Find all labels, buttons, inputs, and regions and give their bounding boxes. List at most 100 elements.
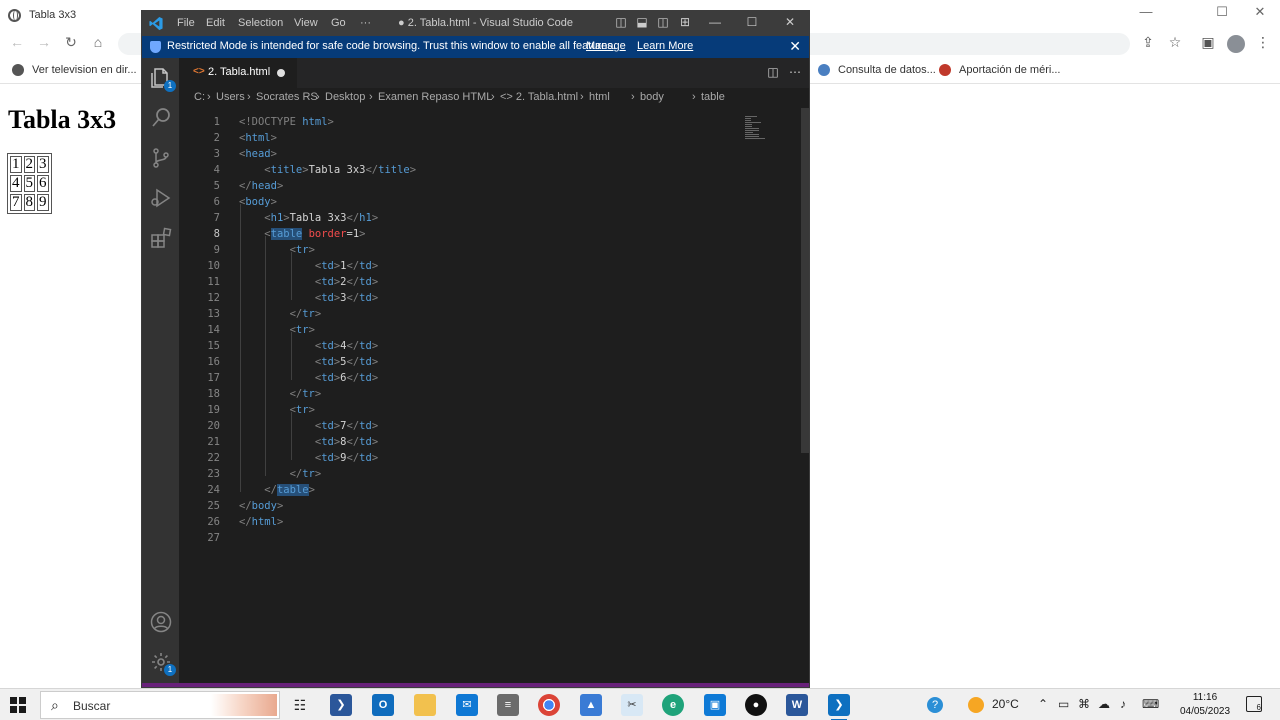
chevron-right-icon: › [631,91,635,103]
snipping-tool-icon[interactable]: ✂ [621,694,643,716]
file-explorer-icon[interactable] [414,694,436,716]
code-line: 9 <tr> [213,244,315,256]
breadcrumb-item[interactable]: Examen Repaso HTML [378,91,492,103]
browser-tab-title: Tabla 3x3 [29,9,77,21]
outlook-icon[interactable]: O [372,694,394,716]
code-line: 7 <h1>Tabla 3x3</h1> [213,212,379,224]
unsaved-dot-icon[interactable] [277,69,285,77]
vertical-scrollbar[interactable] [801,108,809,453]
breadcrumb-item[interactable]: Socrates RS [256,91,318,103]
clock[interactable]: 11:16 04/05/2023 [1177,691,1233,719]
bookmark-item[interactable]: Ver television en dir... [12,64,137,76]
minimize-icon[interactable]: — [1136,4,1156,19]
cloud-icon[interactable]: ☁ [1098,697,1110,711]
help-icon[interactable]: ? [927,697,943,713]
mail-icon[interactable]: ✉ [456,694,478,716]
breadcrumb-item[interactable]: body [640,91,664,103]
maximize-icon[interactable]: ☐ [743,15,761,29]
share-icon[interactable]: ⇪ [1138,34,1158,51]
run-debug-icon[interactable] [149,186,173,210]
maximize-icon[interactable]: ☐ [1212,4,1232,20]
reload-icon[interactable]: ↻ [62,34,80,51]
vscode-taskbar-icon[interactable]: ❯ [828,694,850,720]
calculator-icon[interactable]: ≡ [497,694,519,716]
tab-tabla-html[interactable]: <> 2. Tabla.html [179,58,297,88]
window-title: ● 2. Tabla.html - Visual Studio Code [398,17,574,29]
shield-icon [150,41,161,53]
store-icon[interactable]: ▣ [704,694,726,716]
breadcrumb-item[interactable]: <> 2. Tabla.html [500,91,578,103]
battery-icon[interactable]: ▭ [1058,697,1069,711]
breadcrumb-item[interactable]: Desktop [325,91,365,103]
home-icon[interactable]: ⌂ [89,34,107,50]
forward-icon[interactable]: → [35,34,53,50]
table-cell: 1 [10,156,22,173]
minimize-icon[interactable]: — [706,15,724,29]
close-banner-icon[interactable]: ✕ [789,38,801,55]
menu-view[interactable]: View [294,17,318,29]
search-icon[interactable] [149,106,173,130]
explorer-icon[interactable]: 1 [149,66,176,92]
taskbar-search[interactable]: ⌕ Buscar [40,691,280,719]
breadcrumb-item[interactable]: Users [216,91,245,103]
bookmark-item[interactable]: Aportación de méri... [939,64,1061,76]
avatar[interactable] [1227,35,1245,53]
html-file-icon: <> [193,66,205,77]
close-icon[interactable]: ✕ [1250,4,1270,20]
powershell-icon[interactable]: ❯ [330,694,352,716]
word-icon[interactable]: W [786,694,808,716]
minimap[interactable] [745,116,775,150]
keyboard-icon[interactable]: ⌨ [1142,697,1159,711]
code-editor[interactable]: 1 <!DOCTYPE html> 2 <html> 3 <head> 4 <titl… [179,108,809,687]
code-line: 17 <td>6</td> [207,372,379,384]
edge-icon[interactable]: e [662,694,684,716]
browser-tab[interactable]: Tabla 3x3 [8,4,76,26]
back-icon[interactable]: ← [8,34,26,50]
customize-layout-icon[interactable]: ⊞ [676,15,694,29]
layout-secondary-icon[interactable]: ◫ [654,15,672,29]
weather-icon[interactable] [968,697,984,713]
source-control-icon[interactable] [149,146,173,170]
more-actions-icon[interactable]: ⋯ [787,65,803,79]
menu-go[interactable]: Go [331,17,346,29]
chevron-right-icon: › [316,91,320,103]
sidebar-icon[interactable]: ▣ [1198,34,1218,51]
chrome-icon[interactable] [538,694,560,716]
menu-more[interactable]: ··· [360,17,371,29]
clock-time: 11:16 [1192,692,1218,703]
menu-file[interactable]: File [177,17,195,29]
account-icon[interactable] [149,610,173,634]
split-editor-icon[interactable]: ◫ [765,65,781,79]
task-view-icon[interactable]: ☷ [289,694,311,716]
layout-sidebar-icon[interactable]: ◫ [612,15,630,29]
network-icon[interactable]: ⌘ [1078,697,1090,711]
vscode-titlebar: File Edit Selection View Go ··· ● 2. Tab… [142,11,809,36]
menu-edit[interactable]: Edit [206,17,225,29]
table-row: 4 5 6 [10,175,49,192]
chevron-up-icon[interactable]: ⌃ [1038,697,1048,711]
close-icon[interactable]: ✕ [781,15,799,29]
windows-start-icon[interactable] [10,697,26,713]
breadcrumb-item[interactable]: table [701,91,725,103]
layout-panel-icon[interactable]: ⬓ [633,15,651,29]
photos-icon[interactable]: ▲ [580,694,602,716]
taskbar: ⌕ Buscar ☷ ❯ O ✉ ≡ ▲ ✂ e ▣ ● W ❯ ? 20°C … [0,688,1280,720]
star-icon[interactable]: ☆ [1165,34,1185,51]
weather-temp[interactable]: 20°C [992,697,1019,711]
clock-date: 04/05/2023 [1179,706,1231,717]
menu-selection[interactable]: Selection [238,17,283,29]
learn-more-link[interactable]: Learn More [637,40,693,52]
breadcrumb-item[interactable]: C: [194,91,205,103]
rendered-table: 1 2 3 4 5 6 7 8 9 [7,153,52,214]
breadcrumb-item[interactable]: html [589,91,610,103]
gear-icon[interactable]: 1 [149,650,176,676]
manage-link[interactable]: Manage [586,40,626,52]
code-line: 3 <head> [213,148,277,160]
extensions-icon[interactable] [149,226,173,250]
more-icon[interactable]: ⋮ [1253,34,1273,51]
record-icon[interactable]: ● [745,694,767,716]
notifications-icon[interactable]: 6 [1246,696,1262,712]
code-line: 21 <td>8</td> [207,436,379,448]
bookmark-item[interactable]: Consulta de datos... [818,64,936,76]
speaker-icon[interactable]: ♪ [1120,697,1126,711]
